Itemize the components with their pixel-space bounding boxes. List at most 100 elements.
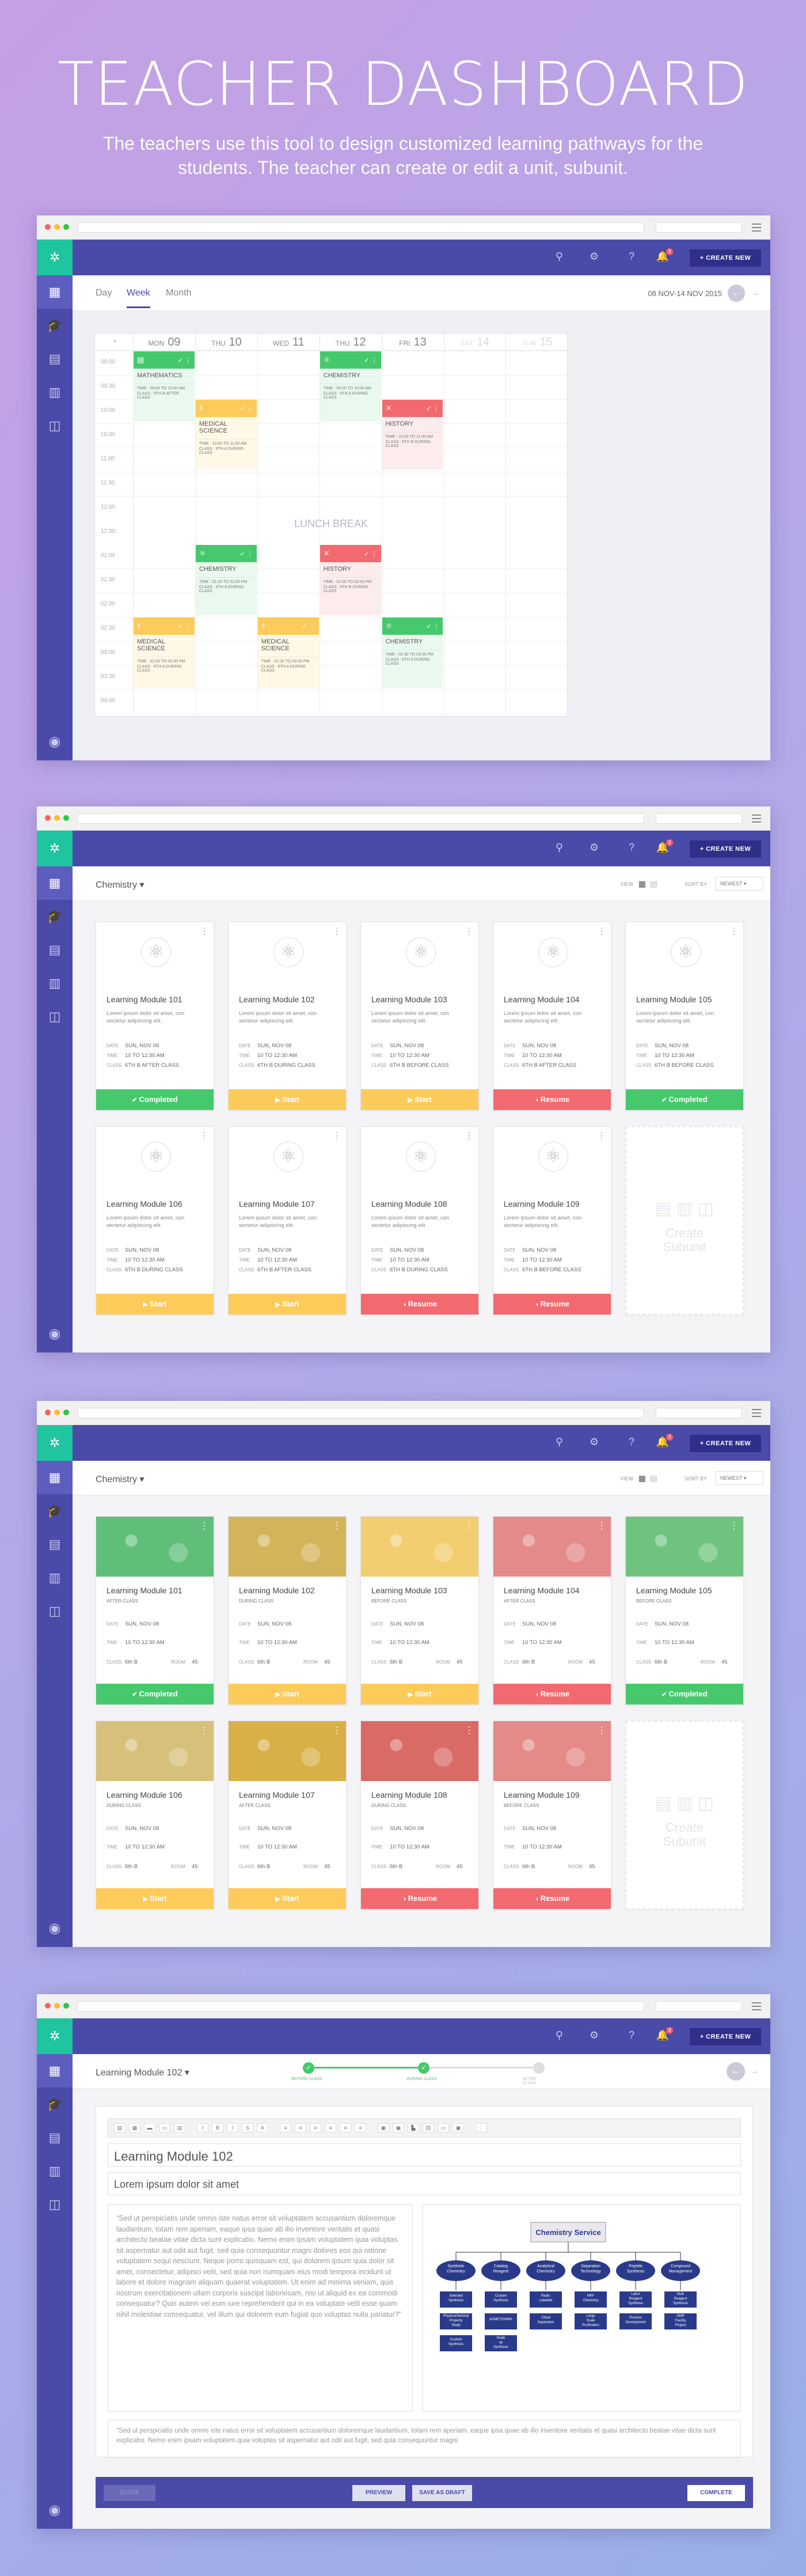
module-photo-card[interactable]: ⋮ Learning Module 104 AFTER CLASS DATE SUN, …	[493, 1516, 611, 1705]
list-view-icon[interactable]: ▤	[650, 1473, 657, 1483]
event-status-icon[interactable]: ✓ ⋮	[426, 405, 439, 412]
menu-icon[interactable]	[752, 223, 761, 232]
bell-icon[interactable]: 🔔 3	[656, 248, 673, 263]
link-icon[interactable]: ⛓	[423, 2123, 434, 2132]
menu-icon[interactable]	[752, 1409, 761, 1417]
bell-icon[interactable]: 🔔 3	[656, 2027, 673, 2041]
day-header[interactable]: THU 12	[319, 334, 382, 351]
list-view-icon[interactable]: ▤	[650, 879, 657, 889]
calendar-event[interactable]: ⚕ ✓ ⋮ MEDICAL SCIENCE TIME : 10:00 TO 11:00…	[195, 400, 257, 470]
browser-search[interactable]	[656, 2001, 742, 2011]
graduation-cap-icon[interactable]: 🎓	[37, 900, 73, 933]
card-action-button[interactable]: ▶ Start	[229, 1294, 346, 1314]
user-icon[interactable]: ◉	[37, 1325, 73, 1342]
card-action-button[interactable]: ◑ Resume	[493, 1684, 611, 1704]
module-photo-card[interactable]: ⋮ Learning Module 106 DURING CLASS DATE SUN,…	[96, 1721, 214, 1910]
more-icon[interactable]: ⋮	[476, 2123, 487, 2132]
card-menu-icon[interactable]: ⋮	[332, 1725, 341, 1736]
day-header[interactable]: WED 11	[257, 334, 320, 351]
bell-icon[interactable]: 🔔 3	[656, 1434, 673, 1448]
module-card[interactable]: ⋮ ⚛ Learning Module 103 Lorem ipsum dolor s…	[360, 922, 479, 1111]
step-3-dot[interactable]	[533, 2062, 545, 2074]
subject-dropdown[interactable]: Chemistry ▾	[96, 1473, 145, 1485]
sort-dropdown[interactable]: NEWEST ▾	[715, 877, 763, 891]
card-action-button[interactable]: ✔ Completed	[96, 1089, 214, 1110]
code-icon[interactable]: ▣	[453, 2123, 464, 2132]
day-header[interactable]: FRI 13	[381, 334, 444, 351]
module-dropdown[interactable]: Learning Module 102 ▾	[96, 2067, 189, 2078]
complete-button[interactable]: COMPLETE	[687, 2485, 745, 2501]
graduation-cap-icon[interactable]: 🎓	[37, 309, 73, 342]
module-card[interactable]: ⋮ ⚛ Learning Module 102 Lorem ipsum dolor s…	[228, 922, 347, 1111]
day-header[interactable]: SAT 14	[443, 334, 506, 351]
search-icon[interactable]: ⚲	[556, 2029, 563, 2041]
module-card[interactable]: ⋮ ⚛ Learning Module 101 Lorem ipsum dolor s…	[96, 922, 214, 1111]
card-action-button[interactable]: ▶ Start	[361, 1684, 478, 1704]
app-logo[interactable]: ✲	[37, 831, 73, 866]
module-photo-card[interactable]: ⋮ Learning Module 102 DURING CLASS DATE SUN,…	[228, 1516, 347, 1705]
help-icon[interactable]: ?	[629, 842, 634, 854]
card-action-button[interactable]: ◑ Resume	[493, 1089, 611, 1110]
event-status-icon[interactable]: ✓ ⋮	[178, 623, 191, 630]
card-menu-icon[interactable]: ⋮	[465, 1130, 474, 1142]
calendar-event[interactable]: ▤ ✓ ⋮ MATHEMATICS TIME : 09:00 TO 10:00 AM C…	[134, 351, 195, 422]
align-center-icon[interactable]: ≡	[295, 2123, 306, 2132]
subject-dropdown[interactable]: Chemistry ▾	[96, 879, 145, 891]
card-menu-icon[interactable]: ⋮	[597, 1130, 606, 1142]
image-icon[interactable]: ▣	[378, 2123, 389, 2132]
event-status-icon[interactable]: ✓ ⋮	[302, 623, 315, 630]
gear-icon[interactable]: ⚙	[590, 251, 599, 263]
card-menu-icon[interactable]: ⋮	[200, 1725, 209, 1736]
day-header[interactable]: THU 10	[195, 334, 257, 351]
card-menu-icon[interactable]: ⋮	[729, 1520, 739, 1532]
card-menu-icon[interactable]: ⋮	[200, 1130, 209, 1142]
notes-icon[interactable]: ▥	[37, 967, 73, 1000]
event-status-icon[interactable]: ✓ ⋮	[364, 550, 377, 558]
card-menu-icon[interactable]: ⋮	[332, 1130, 341, 1142]
list-ol-icon[interactable]: ≡	[325, 2123, 336, 2132]
search-icon[interactable]: ⚲	[556, 251, 563, 263]
card-action-button[interactable]: ✔ Completed	[626, 1089, 743, 1110]
graduation-cap-icon[interactable]: 🎓	[37, 1494, 73, 1528]
card-menu-icon[interactable]: ⋮	[332, 1520, 341, 1532]
document-icon[interactable]: ▤	[37, 1528, 73, 1561]
card-menu-icon[interactable]: ⋮	[200, 1520, 209, 1532]
book-icon[interactable]: ◫	[37, 409, 73, 442]
module-photo-card[interactable]: ⋮ Learning Module 107 AFTER CLASS DATE SUN, …	[228, 1721, 347, 1910]
card-menu-icon[interactable]: ⋮	[332, 926, 341, 937]
graduation-cap-icon[interactable]: 🎓	[37, 2088, 73, 2121]
search-icon[interactable]: ⚲	[556, 1436, 563, 1448]
card-action-button[interactable]: ◑ Resume	[493, 1888, 611, 1909]
card-action-button[interactable]: ◑ Resume	[361, 1294, 478, 1314]
gear-icon[interactable]: ⚙	[590, 842, 599, 854]
url-bar[interactable]	[77, 2001, 644, 2011]
app-logo[interactable]: ✲	[37, 240, 73, 275]
user-icon[interactable]: ◉	[37, 1920, 73, 1937]
book-icon[interactable]: ◫	[37, 1000, 73, 1033]
card-menu-icon[interactable]: ⋮	[200, 926, 209, 937]
calendar-event[interactable]: ⚕ ✓ ⋮ MEDICAL SCIENCE TIME : 02:30 TO 03:30…	[257, 618, 319, 688]
file-icon[interactable]: ▙	[408, 2123, 419, 2132]
grid-view-icon[interactable]: ▦	[638, 1473, 646, 1483]
event-status-icon[interactable]: ✓ ⋮	[178, 357, 191, 364]
card-action-button[interactable]: ▶ Start	[229, 1089, 346, 1110]
module-photo-card[interactable]: ⋮ Learning Module 109 BEFORE CLASS DATE SUN,…	[493, 1721, 611, 1910]
paragraph-block[interactable]: "Sed ut perspiciatis unde omnis iste nat…	[108, 2204, 413, 2412]
notes-icon[interactable]: ▥	[37, 2154, 73, 2188]
card-action-button[interactable]: ◑ Resume	[361, 1888, 478, 1909]
list-icon[interactable]: ▤	[174, 2123, 185, 2132]
tab-month[interactable]: Month	[166, 288, 191, 298]
save-draft-button[interactable]: SAVE AS DRAFT	[412, 2485, 472, 2501]
browser-search[interactable]	[656, 1408, 742, 1418]
bold-icon[interactable]: B	[212, 2123, 223, 2132]
module-card[interactable]: ⋮ ⚛ Learning Module 105 Lorem ipsum dolor s…	[625, 922, 744, 1111]
day-header[interactable]: SUN 15	[505, 334, 568, 351]
app-logo[interactable]: ✲	[37, 1425, 73, 1461]
card-action-button[interactable]: ▶ Start	[96, 1294, 214, 1314]
url-bar[interactable]	[77, 1408, 644, 1418]
module-card[interactable]: ⋮ ⚛ Learning Module 108 Lorem ipsum dolor s…	[360, 1126, 479, 1315]
create-new-button[interactable]: + CREATE NEW	[690, 840, 761, 858]
create-new-button[interactable]: + CREATE NEW	[690, 1435, 761, 1452]
card-action-button[interactable]: ▶ Start	[361, 1089, 478, 1110]
module-photo-card[interactable]: ⋮ Learning Module 105 BEFORE CLASS DATE SUN,…	[625, 1516, 744, 1705]
